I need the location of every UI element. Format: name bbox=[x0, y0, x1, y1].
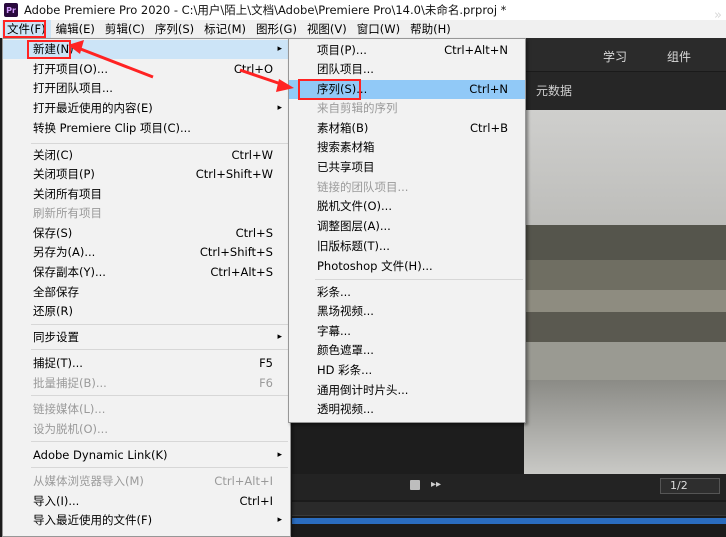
menu-separator bbox=[31, 441, 288, 442]
menu-item-import-from-browser[interactable]: 从媒体浏览器导入(M) Ctrl+Alt+I bbox=[3, 472, 290, 491]
menu-help[interactable]: 帮助(H) bbox=[405, 20, 456, 38]
annotation-box-new-item bbox=[27, 40, 71, 59]
timeline-ruler[interactable] bbox=[292, 502, 726, 516]
menu-item-batch-capture[interactable]: 批量捕捉(B)... F6 bbox=[3, 374, 290, 393]
menu-item-save-as[interactable]: 另存为(A)... Ctrl+Shift+S bbox=[3, 243, 290, 262]
timeline-work-area-bar[interactable] bbox=[292, 518, 726, 524]
submenu-arrow-icon: ▸ bbox=[277, 450, 282, 460]
menu-item-legacy-title[interactable]: 旧版标题(T)... bbox=[289, 237, 525, 256]
preview-bank bbox=[524, 312, 726, 342]
menu-separator bbox=[315, 279, 523, 280]
menu-item-import-recent[interactable]: 导入最近使用的文件(F) ▸ bbox=[3, 511, 290, 530]
preview-water bbox=[524, 342, 726, 380]
menu-item-make-offline[interactable]: 设为脱机(O)... bbox=[3, 420, 290, 439]
workspace-tab-assembly[interactable]: 组件 bbox=[667, 48, 691, 65]
video-preview bbox=[524, 110, 726, 474]
window-title: Adobe Premiere Pro 2020 - C:\用户\陌上\文档\Ad… bbox=[24, 3, 507, 17]
menu-item-color-matte[interactable]: 颜色遮罩... bbox=[289, 341, 525, 360]
menu-item-open-project[interactable]: 打开项目(O)... Ctrl+O bbox=[3, 60, 290, 79]
file-menu-dropdown: 新建(N) ▸ 打开项目(O)... Ctrl+O 打开团队项目... 打开最近使用… bbox=[2, 38, 291, 537]
menu-graphics[interactable]: 图形(G) bbox=[251, 20, 302, 38]
menu-item-save[interactable]: 保存(S) Ctrl+S bbox=[3, 224, 290, 243]
menu-item-bars-and-tone[interactable]: 彩条... bbox=[289, 283, 525, 302]
menu-marker[interactable]: 标记(M) bbox=[199, 20, 251, 38]
menu-separator bbox=[31, 349, 288, 350]
menu-item-refresh-all[interactable]: 刷新所有项目 bbox=[3, 204, 290, 223]
preview-treeline bbox=[524, 225, 726, 260]
menu-separator bbox=[31, 143, 288, 144]
workspace-more-icon[interactable]: » bbox=[714, 8, 722, 23]
menu-item-linked-team-project[interactable]: 链接的团队项目... bbox=[289, 178, 525, 197]
menu-item-capture[interactable]: 捕捉(T)... F5 bbox=[3, 354, 290, 373]
menu-item-offline-file[interactable]: 脱机文件(O)... bbox=[289, 197, 525, 216]
menu-item-black-video[interactable]: 黑场视频... bbox=[289, 302, 525, 321]
annotation-box-sequence-item bbox=[298, 79, 361, 100]
menu-separator bbox=[31, 395, 288, 396]
menu-item-open-team-project[interactable]: 打开团队项目... bbox=[3, 79, 290, 98]
menu-item-dynamic-link[interactable]: Adobe Dynamic Link(K) ▸ bbox=[3, 446, 290, 465]
menu-clip[interactable]: 剪辑(C) bbox=[100, 20, 150, 38]
menu-item-search-bin[interactable]: 搜索素材箱 bbox=[289, 138, 525, 157]
preview-pond bbox=[524, 290, 726, 312]
menu-edit[interactable]: 编辑(E) bbox=[51, 20, 100, 38]
title-bar: Pr Adobe Premiere Pro 2020 - C:\用户\陌上\文档… bbox=[0, 0, 726, 20]
menu-item-revert[interactable]: 还原(R) bbox=[3, 302, 290, 321]
menu-item-captions[interactable]: 字幕... bbox=[289, 322, 525, 341]
menu-item-countdown-leader[interactable]: 通用倒计时片头... bbox=[289, 381, 525, 400]
menu-item-new-team-project[interactable]: 团队项目... bbox=[289, 60, 525, 79]
menu-item-new-bin[interactable]: 素材箱(B) Ctrl+B bbox=[289, 119, 525, 138]
premiere-logo-icon: Pr bbox=[4, 3, 18, 17]
preview-foreground bbox=[524, 380, 726, 474]
menu-item-photoshop-file[interactable]: Photoshop 文件(H)... bbox=[289, 257, 525, 276]
menu-item-link-media[interactable]: 链接媒体(L)... bbox=[3, 400, 290, 419]
menu-item-sync-settings[interactable]: 同步设置 ▸ bbox=[3, 328, 290, 347]
menu-item-hd-bars[interactable]: HD 彩条... bbox=[289, 361, 525, 380]
menu-item-close-project[interactable]: 关闭项目(P) Ctrl+Shift+W bbox=[3, 165, 290, 184]
menu-view[interactable]: 视图(V) bbox=[302, 20, 352, 38]
menu-item-save-all[interactable]: 全部保存 bbox=[3, 283, 290, 302]
menu-bar: 文件(F) 编辑(E) 剪辑(C) 序列(S) 标记(M) 图形(G) 视图(V… bbox=[0, 20, 726, 38]
submenu-arrow-icon: ▸ bbox=[277, 44, 282, 54]
menu-item-open-recent[interactable]: 打开最近使用的内容(E) ▸ bbox=[3, 99, 290, 118]
menu-item-close-all-projects[interactable]: 关闭所有项目 bbox=[3, 185, 290, 204]
step-forward-icon[interactable]: ▸▸ bbox=[431, 479, 441, 490]
zoom-level-select[interactable]: 1/2 bbox=[660, 478, 720, 494]
annotation-box-file-menu bbox=[3, 20, 46, 38]
menu-sequence[interactable]: 序列(S) bbox=[150, 20, 199, 38]
menu-item-sequence-from-clip[interactable]: 来自剪辑的序列 bbox=[289, 99, 525, 118]
menu-item-convert-clip[interactable]: 转换 Premiere Clip 项目(C)... bbox=[3, 119, 290, 138]
menu-item-adjustment-layer[interactable]: 调整图层(A)... bbox=[289, 217, 525, 236]
tab-metadata[interactable]: 元数据 bbox=[536, 82, 572, 99]
submenu-arrow-icon: ▸ bbox=[277, 103, 282, 113]
menu-separator bbox=[31, 467, 288, 468]
menu-item-import[interactable]: 导入(I)... Ctrl+I bbox=[3, 492, 290, 511]
menu-separator bbox=[31, 324, 288, 325]
menu-item-shared-project[interactable]: 已共享项目 bbox=[289, 158, 525, 177]
menu-item-new-project[interactable]: 项目(P)... Ctrl+Alt+N bbox=[289, 41, 525, 60]
submenu-arrow-icon: ▸ bbox=[277, 332, 282, 342]
menu-item-close[interactable]: 关闭(C) Ctrl+W bbox=[3, 146, 290, 165]
menu-item-transparent-video[interactable]: 透明视频... bbox=[289, 400, 525, 419]
submenu-arrow-icon: ▸ bbox=[277, 515, 282, 525]
workspace-tab-learn[interactable]: 学习 bbox=[603, 48, 627, 65]
preview-sky bbox=[524, 110, 726, 225]
preview-field bbox=[524, 260, 726, 290]
menu-window[interactable]: 窗口(W) bbox=[352, 20, 405, 38]
marker-icon[interactable] bbox=[410, 480, 420, 490]
menu-item-save-copy[interactable]: 保存副本(Y)... Ctrl+Alt+S bbox=[3, 263, 290, 282]
